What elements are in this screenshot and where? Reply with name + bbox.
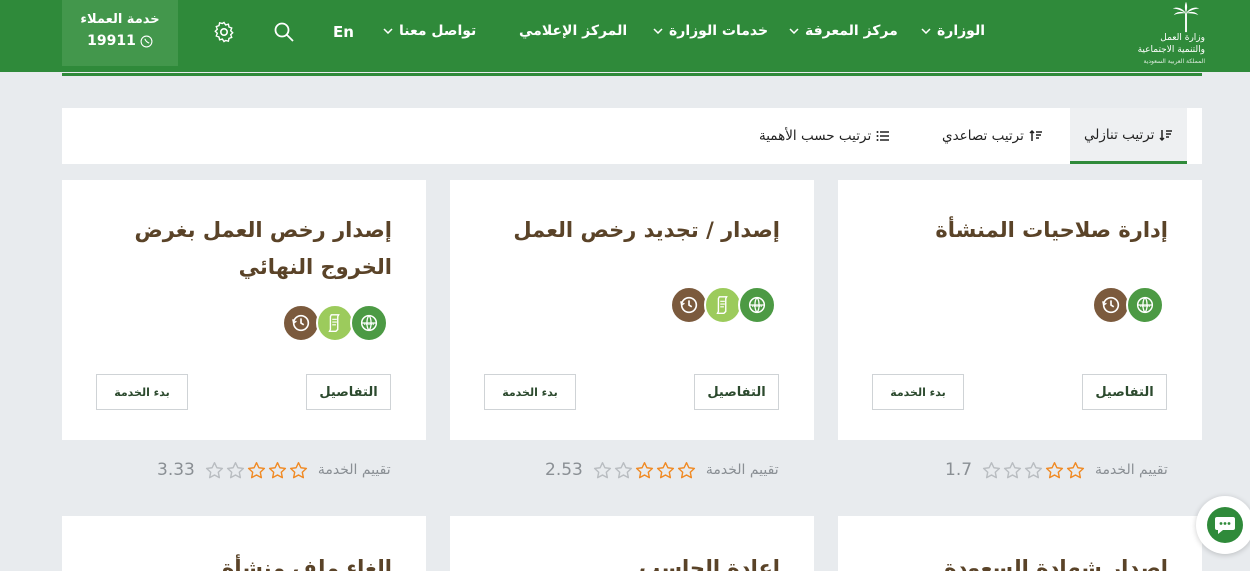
rating-value: 1.7 <box>945 460 973 480</box>
sort-descending[interactable]: ترتيب تنازلي <box>1070 108 1188 164</box>
star-icon[interactable] <box>635 461 654 480</box>
service-rating: 3.33 تقييم الخدمة <box>157 460 391 480</box>
star-icon[interactable] <box>982 461 1001 480</box>
phone-icon <box>140 35 153 47</box>
sort-ascending-icon <box>1029 129 1042 141</box>
list-sort-icon <box>876 131 890 141</box>
star-icon[interactable] <box>289 461 308 480</box>
rating-stars[interactable] <box>982 461 1085 480</box>
service-title[interactable]: إدارة صلاحيات المنشأة <box>868 212 1168 249</box>
service-rating: 1.7 تقييم الخدمة <box>945 460 1168 480</box>
service-channels: www <box>282 304 388 342</box>
svg-text:www: www <box>751 304 762 309</box>
star-icon[interactable] <box>1066 461 1085 480</box>
star-icon[interactable] <box>593 461 612 480</box>
header-divider <box>62 73 1202 76</box>
service-card: إصدار رخص العمل بغرض الخروج النهائي www … <box>62 180 426 440</box>
web-icon: www <box>350 304 388 342</box>
service-card: إعادة الحاسب <box>450 516 814 571</box>
start-service-button[interactable]: بدء الخدمة <box>96 374 188 410</box>
clock-icon <box>670 286 708 324</box>
rating-value: 2.53 <box>545 460 583 480</box>
chevron-down-icon <box>789 28 799 34</box>
customer-service-title: خدمة العملاء <box>80 12 160 27</box>
service-title[interactable]: الغاء ملف منشأة <box>92 550 392 571</box>
ministry-logo[interactable]: وزارة العمل والتنمية الاجتماعية المملكة … <box>1115 0 1205 70</box>
start-service-button[interactable]: بدء الخدمة <box>872 374 964 410</box>
nav-knowledge-center[interactable]: مركز المعرفة <box>789 23 898 39</box>
chevron-down-icon <box>383 28 393 34</box>
star-icon[interactable] <box>205 461 224 480</box>
web-icon: www <box>738 286 776 324</box>
star-icon[interactable] <box>268 461 287 480</box>
star-icon[interactable] <box>1003 461 1022 480</box>
rating-label: تقييم الخدمة <box>317 462 391 478</box>
rating-label: تقييم الخدمة <box>1095 462 1168 478</box>
chevron-down-icon <box>921 28 931 34</box>
document-icon <box>316 304 354 342</box>
svg-text:www: www <box>363 322 374 327</box>
details-button[interactable]: التفاصيل <box>1082 374 1167 410</box>
sort-descending-icon <box>1159 129 1173 141</box>
star-icon[interactable] <box>247 461 266 480</box>
star-icon[interactable] <box>1024 461 1043 480</box>
rating-label: تقييم الخدمة <box>705 462 779 478</box>
web-icon: www <box>1126 286 1164 324</box>
star-icon[interactable] <box>1045 461 1064 480</box>
logo-line-1: وزارة العمل <box>1160 33 1205 43</box>
details-button[interactable]: التفاصيل <box>306 374 391 410</box>
search-icon[interactable] <box>272 20 296 44</box>
service-card: إصدار شهادة السعودة <box>838 516 1202 571</box>
svg-text:www: www <box>1139 304 1150 309</box>
clock-icon <box>1092 286 1130 324</box>
service-card: إدارة صلاحيات المنشأة www بدء الخدمة الت… <box>838 180 1202 440</box>
details-button[interactable]: التفاصيل <box>694 374 779 410</box>
palm-tree-icon <box>1172 1 1200 33</box>
star-icon[interactable] <box>614 461 633 480</box>
customer-service-box[interactable]: خدمة العملاء 19911 <box>62 0 178 66</box>
service-title[interactable]: إعادة الحاسب <box>480 550 780 571</box>
service-channels: www <box>670 286 776 324</box>
service-card: الغاء ملف منشأة <box>62 516 426 571</box>
service-card: إصدار / تجديد رخص العمل www بدء الخدمة ا… <box>450 180 814 440</box>
nav-ministry[interactable]: الوزارة <box>921 23 985 39</box>
nav-contact-us[interactable]: تواصل معنا <box>383 23 476 39</box>
logo-line-2: والتنمية الاجتماعية <box>1137 45 1205 55</box>
start-service-button[interactable]: بدء الخدمة <box>484 374 576 410</box>
service-title[interactable]: إصدار / تجديد رخص العمل <box>480 212 780 249</box>
sort-by-importance[interactable]: ترتيب حسب الأهمية <box>759 108 890 164</box>
service-title[interactable]: إصدار شهادة السعودة <box>868 550 1168 571</box>
logo-line-3: المملكة العربية السعودية <box>1143 58 1205 65</box>
rating-stars[interactable] <box>205 461 308 480</box>
star-icon[interactable] <box>656 461 675 480</box>
language-toggle[interactable]: En <box>333 23 354 41</box>
clock-icon <box>282 304 320 342</box>
customer-service-number: 19911 <box>62 33 178 49</box>
service-title[interactable]: إصدار رخص العمل بغرض الخروج النهائي <box>92 212 392 286</box>
gear-icon[interactable] <box>212 20 236 44</box>
service-rating: 2.53 تقييم الخدمة <box>545 460 779 480</box>
sort-ascending[interactable]: ترتيب تصاعدي <box>942 108 1043 164</box>
sort-bar: ترتيب حسب الأهمية ترتيب تصاعدي ترتيب تنا… <box>62 108 1202 164</box>
chat-button[interactable] <box>1196 496 1250 554</box>
chat-icon <box>1207 507 1243 543</box>
star-icon[interactable] <box>226 461 245 480</box>
rating-stars[interactable] <box>593 461 696 480</box>
chevron-down-icon <box>653 28 663 34</box>
rating-value: 3.33 <box>157 460 195 480</box>
document-icon <box>704 286 742 324</box>
nav-media-center[interactable]: المركز الإعلامي <box>519 23 627 39</box>
top-navbar: خدمة العملاء 19911 En تواصل معنا المركز … <box>0 0 1250 72</box>
star-icon[interactable] <box>677 461 696 480</box>
service-channels: www <box>1092 286 1164 324</box>
nav-ministry-services[interactable]: خدمات الوزارة <box>653 23 768 39</box>
